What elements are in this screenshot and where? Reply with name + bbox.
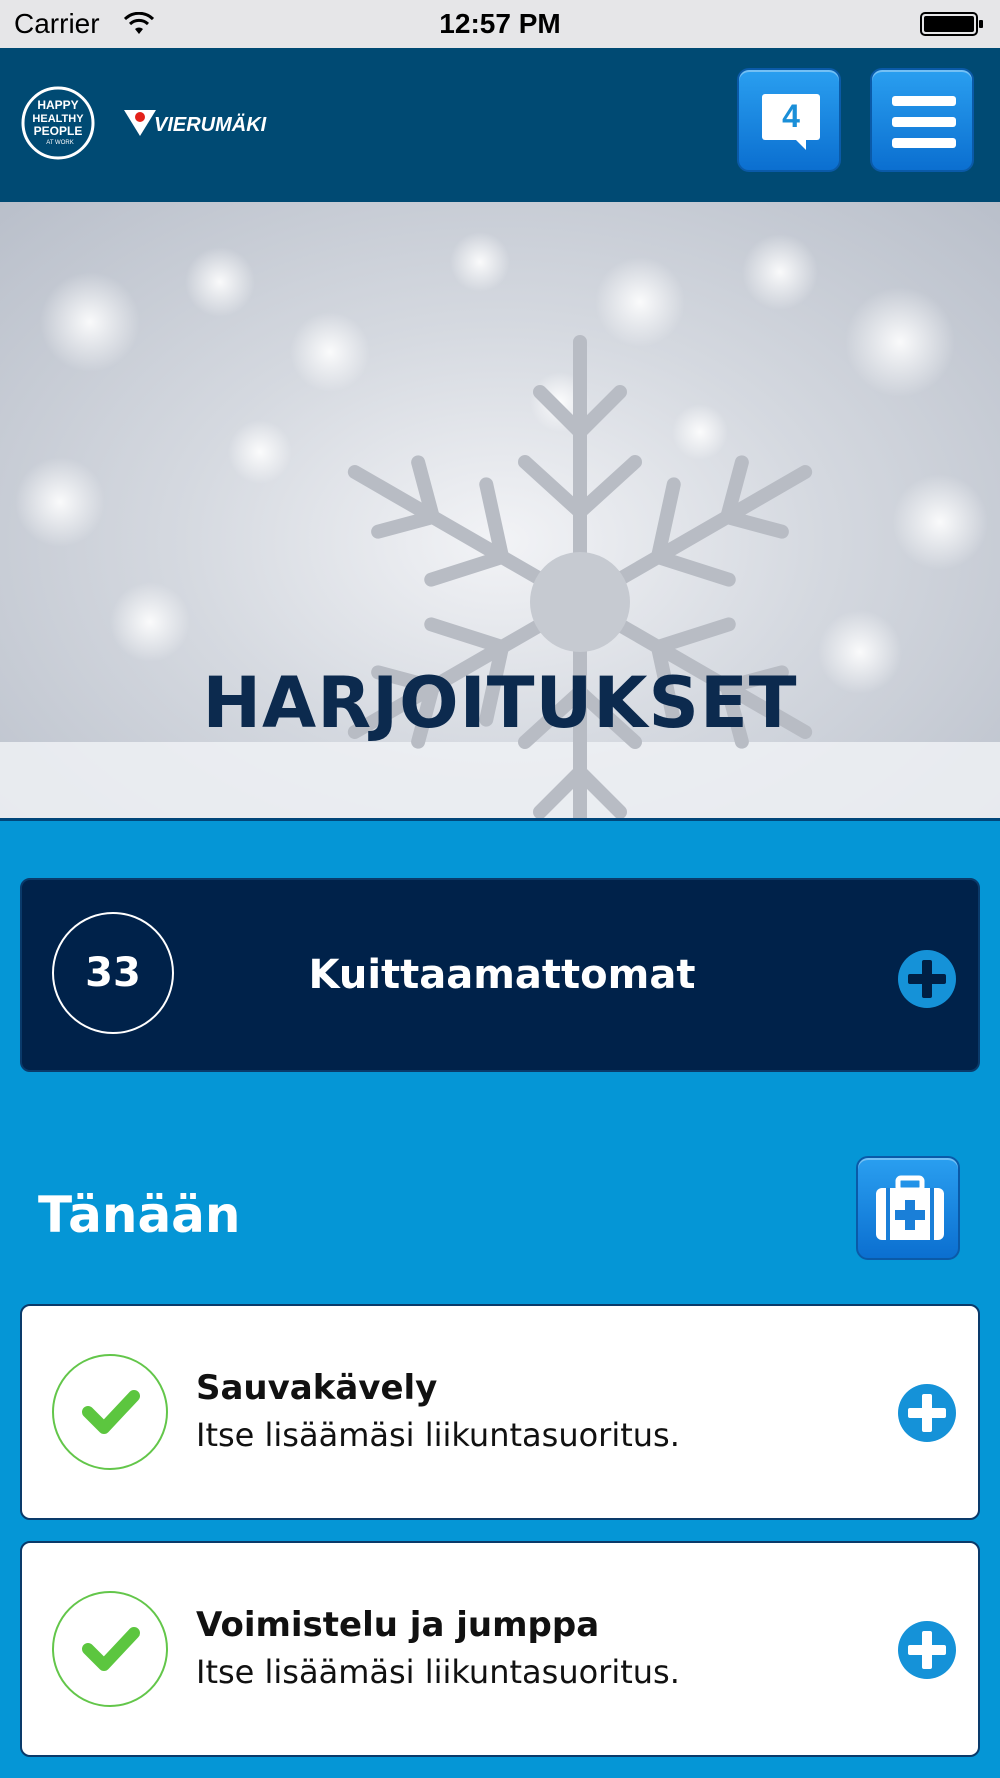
svg-text:HAPPY: HAPPY [37,98,78,112]
status-bar: Carrier 12:57 PM [0,0,1000,48]
hero-banner: HARJOITUKSET [0,202,1000,818]
plus-circle-icon[interactable] [898,950,956,1008]
menu-button[interactable] [870,68,974,172]
hero-divider [0,818,1000,821]
svg-text:VIERUMÄKI: VIERUMÄKI [154,113,267,136]
svg-text:PEOPLE: PEOPLE [34,124,83,138]
app-header: HAPPY HEALTHY PEOPLE AT WORK VIERUMÄKI 4 [0,48,1000,202]
pending-exercises-card[interactable]: 33 Kuittaamattomat [20,878,980,1072]
pending-label: Kuittaamattomat [308,952,696,998]
activity-name: Voimistelu ja jumppa [196,1605,600,1645]
checkmark-icon [82,1627,140,1671]
first-aid-button[interactable] [856,1156,960,1260]
section-title-today: Tänään [38,1186,241,1244]
activity-description: Itse lisäämäsi liikuntasuoritus. [196,1653,680,1691]
activity-card[interactable]: Sauvakävely Itse lisäämäsi liikuntasuori… [20,1304,980,1520]
hamburger-menu-icon [892,96,956,148]
activity-card[interactable]: Voimistelu ja jumppa Itse lisäämäsi liik… [20,1541,980,1757]
checkmark-icon [82,1390,140,1434]
first-aid-kit-icon [876,1175,944,1240]
battery-icon [920,12,983,36]
svg-text:AT WORK: AT WORK [46,140,73,146]
happy-healthy-people-logo: HAPPY HEALTHY PEOPLE AT WORK [21,86,95,160]
plus-circle-icon[interactable] [898,1384,956,1442]
vierumaki-logo: VIERUMÄKI [124,110,267,136]
notifications-button[interactable]: 4 [737,68,841,172]
status-time: 12:57 PM [439,8,561,39]
notification-count: 4 [782,98,800,134]
completed-badge [52,1591,168,1707]
completed-badge [52,1354,168,1470]
activity-name: Sauvakävely [196,1368,438,1408]
page-title: HARJOITUKSET [202,662,798,744]
chat-bubble-icon: 4 [762,94,820,150]
plus-circle-icon[interactable] [898,1621,956,1679]
activity-description: Itse lisäämäsi liikuntasuoritus. [196,1416,680,1454]
